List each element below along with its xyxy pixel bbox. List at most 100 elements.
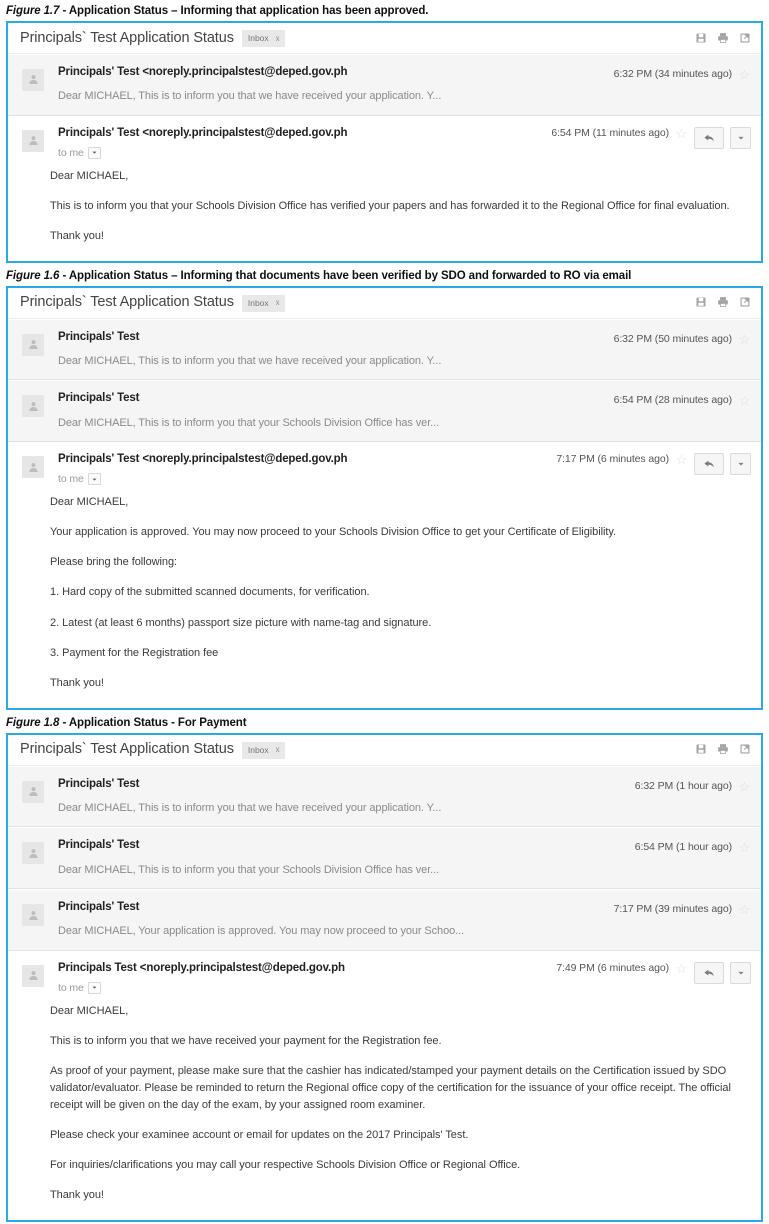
reply-icon[interactable] [702, 457, 716, 471]
remove-label-icon[interactable]: x [276, 746, 280, 754]
message-body: Dear MICHAEL, This is to inform you that … [22, 159, 751, 259]
collapsed-message-row[interactable]: Principals' Test <noreply.principalstest… [8, 53, 761, 116]
chevron-down-icon[interactable] [735, 967, 747, 979]
save-icon[interactable] [694, 31, 707, 44]
recipient-line[interactable]: to me [58, 473, 556, 486]
star-icon[interactable]: ☆ [738, 841, 751, 854]
more-options-button[interactable] [730, 126, 751, 149]
avatar [22, 904, 44, 927]
avatar [22, 68, 44, 91]
expanded-sender-block: Principals Test <noreply.principalstest@… [44, 960, 556, 994]
collapsed-message-row[interactable]: Principals' Test Dear MICHAEL, This is to… [8, 827, 761, 890]
message-snippet: Dear MICHAEL, This is to inform you that… [58, 801, 442, 814]
chevron-down-icon[interactable] [735, 132, 747, 144]
expanded-sender-block: Principals' Test <noreply.principalstest… [44, 125, 551, 159]
chevron-down-icon[interactable] [735, 458, 747, 470]
recipient-details-toggle[interactable] [87, 473, 101, 486]
figure-caption-text: - Application Status – Informing that do… [62, 269, 632, 282]
message-content: Principals' Test Dear MICHAEL, This is to… [44, 837, 635, 878]
message-paragraph: As proof of your payment, please make su… [50, 1064, 731, 1112]
message-sender: Principals' Test <noreply.principalstest… [58, 453, 348, 466]
expanded-message-header: Principals' Test <noreply.principalstest… [22, 451, 751, 486]
inbox-label-text: Inbox [247, 298, 269, 309]
save-icon[interactable] [694, 743, 707, 756]
message-sender: Principals' Test <noreply.principalstest… [58, 126, 348, 139]
star-icon[interactable]: ☆ [675, 453, 688, 466]
more-options-button[interactable] [730, 453, 751, 476]
star-icon[interactable]: ☆ [675, 962, 688, 975]
avatar [22, 129, 44, 152]
avatar-person-icon [27, 461, 40, 474]
reply-button[interactable] [694, 126, 724, 149]
collapsed-message-row[interactable]: Principals' Test Dear MICHAEL, This is to… [8, 318, 761, 381]
message-meta: 6:32 PM (50 minutes ago) ☆ [614, 329, 751, 346]
print-icon[interactable] [716, 743, 729, 756]
thread-header: Principals` Test Application Status Inbox… [8, 288, 761, 319]
reply-icon[interactable] [702, 131, 716, 145]
save-icon[interactable] [694, 296, 707, 309]
thread-subject: Principals` Test Application Status [20, 741, 234, 758]
message-meta: 7:17 PM (39 minutes ago) ☆ [614, 899, 751, 916]
message-paragraph: Thank you! [50, 1189, 104, 1202]
chevron-down-icon[interactable] [90, 475, 99, 484]
message-sender: Principals' Test [58, 330, 140, 343]
message-paragraph: This is to inform you that your Schools … [50, 199, 730, 212]
reply-button[interactable] [694, 453, 724, 476]
figure-caption: Figure 1.8 - Application Status - For Pa… [0, 712, 769, 733]
figure-caption: Figure 1.6 - Application Status – Inform… [0, 265, 769, 286]
inbox-label-chip[interactable]: Inbox x [241, 295, 285, 312]
expanded-message-header: Principals' Test <noreply.principalstest… [22, 125, 751, 159]
print-icon[interactable] [716, 31, 729, 44]
star-icon[interactable]: ☆ [738, 780, 751, 793]
chevron-down-icon[interactable] [90, 148, 99, 157]
message-sender: Principals' Test [58, 901, 140, 914]
recipient-label: to me [58, 981, 84, 994]
inbox-label-text: Inbox [247, 33, 269, 44]
more-options-button[interactable] [730, 961, 751, 984]
expanded-message-meta: 7:49 PM (6 minutes ago) ☆ [556, 960, 751, 984]
popout-icon[interactable] [738, 743, 751, 756]
message-paragraph: Dear MICHAEL, [50, 169, 129, 182]
star-icon[interactable]: ☆ [738, 68, 751, 81]
message-paragraph: Please check your examinee account or em… [50, 1129, 469, 1142]
message-paragraph: Your application is approved. You may no… [50, 526, 617, 539]
email-thread-card: Principals` Test Application Status Inbox… [6, 733, 763, 1223]
star-icon[interactable]: ☆ [675, 127, 688, 140]
message-snippet: Dear MICHAEL, This is to inform you that… [58, 863, 440, 876]
thread-header: Principals` Test Application Status Inbox… [8, 735, 761, 766]
message-timestamp: 6:54 PM (11 minutes ago) [551, 126, 669, 139]
expanded-message-meta: 6:54 PM (11 minutes ago) ☆ [551, 125, 751, 149]
inbox-label-chip[interactable]: Inbox x [241, 742, 285, 759]
chevron-down-icon[interactable] [90, 983, 99, 992]
avatar [22, 964, 44, 987]
inbox-label-chip[interactable]: Inbox x [241, 30, 285, 47]
star-icon[interactable]: ☆ [738, 903, 751, 916]
recipient-line[interactable]: to me [58, 146, 551, 159]
popout-icon[interactable] [738, 296, 751, 309]
message-paragraph: Dear MICHAEL, [50, 1004, 129, 1017]
message-paragraph: Thank you! [50, 676, 104, 689]
message-timestamp: 6:32 PM (50 minutes ago) [613, 332, 733, 345]
popout-icon[interactable] [738, 31, 751, 44]
reply-button[interactable] [694, 961, 724, 984]
recipient-line[interactable]: to me [58, 981, 556, 994]
figure-number: Figure 1.7 [6, 5, 60, 17]
remove-label-icon[interactable]: x [276, 34, 280, 43]
collapsed-message-row[interactable]: Principals' Test Dear MICHAEL, This is to… [8, 380, 761, 443]
avatar-person-icon [27, 73, 40, 86]
avatar [22, 456, 44, 479]
star-icon[interactable]: ☆ [738, 333, 751, 346]
message-sender: Principals' Test <noreply.principalstest… [58, 65, 348, 78]
avatar [22, 842, 44, 865]
reply-icon[interactable] [702, 966, 716, 980]
print-icon[interactable] [716, 296, 729, 309]
recipient-details-toggle[interactable] [87, 146, 101, 159]
collapsed-message-row[interactable]: Principals' Test Dear MICHAEL, Your appli… [8, 889, 761, 951]
document-page: Figure 1.7 - Application Status – Inform… [0, 0, 769, 1223]
star-icon[interactable]: ☆ [738, 394, 751, 407]
collapsed-message-row[interactable]: Principals' Test Dear MICHAEL, This is to… [8, 765, 761, 828]
expanded-message: Principals' Test <noreply.principalstest… [8, 442, 761, 708]
expanded-message: Principals' Test <noreply.principalstest… [8, 115, 761, 261]
remove-label-icon[interactable]: x [276, 299, 280, 307]
recipient-details-toggle[interactable] [87, 981, 101, 994]
